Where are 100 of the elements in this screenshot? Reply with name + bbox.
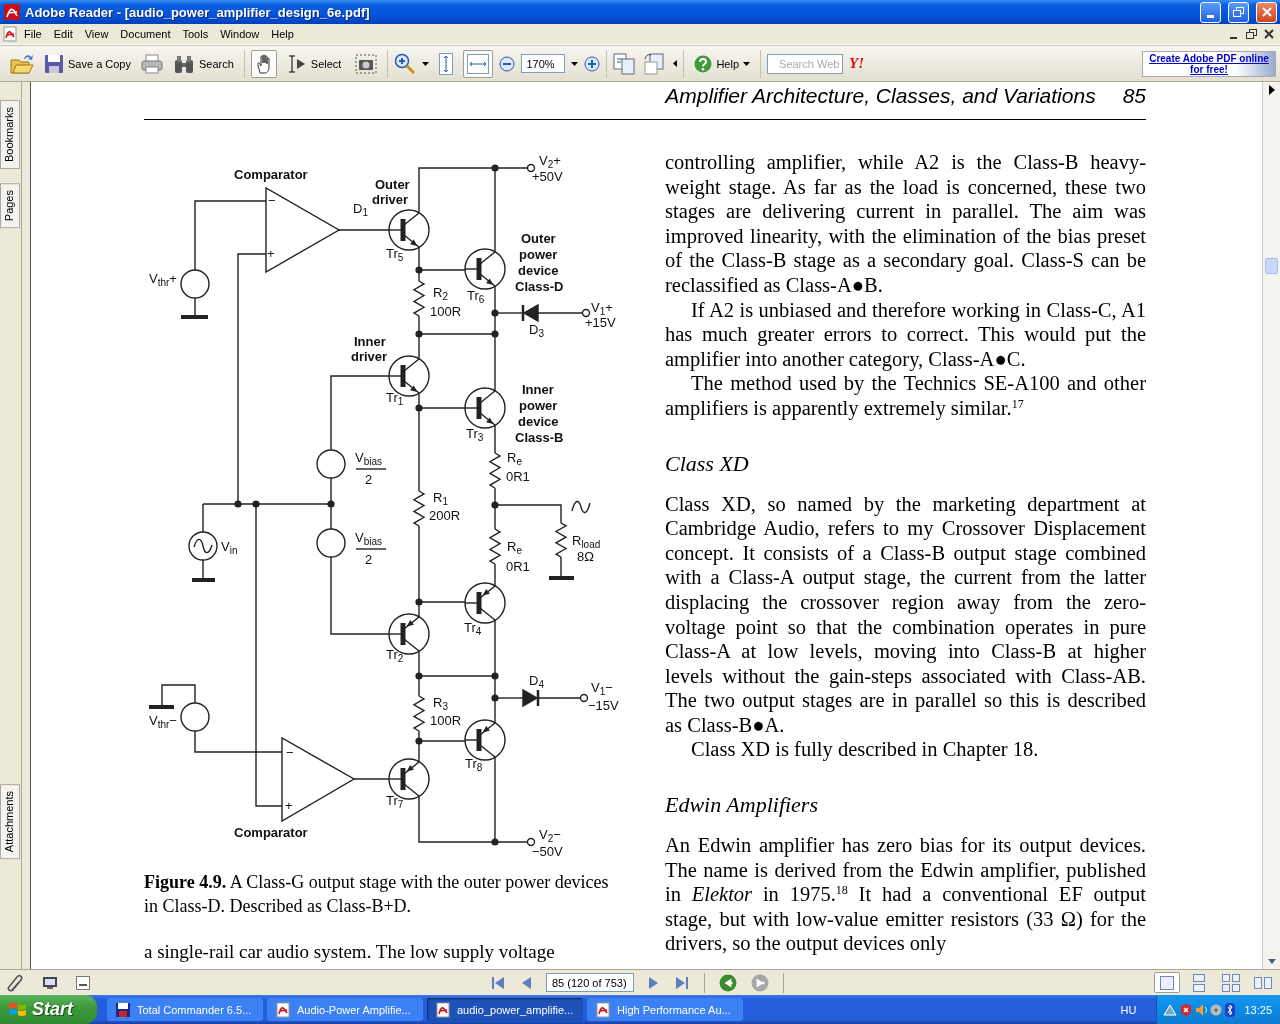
pages-icon[interactable] bbox=[613, 52, 638, 75]
text-cursor-icon bbox=[286, 53, 307, 74]
close-icon[interactable] bbox=[1264, 29, 1274, 39]
zoom-in-magnifier-icon[interactable] bbox=[394, 52, 417, 75]
zoom-field[interactable]: 170% bbox=[521, 54, 566, 73]
help-button[interactable]: Help bbox=[690, 49, 755, 78]
scroll-thumb[interactable] bbox=[1265, 258, 1278, 274]
diagram-label: Inner bbox=[522, 382, 554, 397]
scroll-down-icon[interactable] bbox=[1267, 958, 1276, 964]
search-button[interactable]: Search bbox=[169, 49, 238, 78]
paperclip-icon[interactable] bbox=[6, 972, 24, 993]
continuous-page-icon bbox=[1191, 973, 1207, 992]
diagram-label: − bbox=[268, 193, 276, 208]
diagram-label: Tr$_{1}$ bbox=[386, 390, 404, 405]
taskbar-button[interactable]: Total Commander 6.5... bbox=[107, 998, 263, 1021]
start-button[interactable]: Start bbox=[0, 995, 97, 1024]
single-view-button[interactable] bbox=[1154, 972, 1180, 993]
expand-arrow-icon[interactable] bbox=[1268, 85, 1275, 95]
taskbar-button[interactable]: High Performance Au... bbox=[587, 998, 743, 1021]
caret-icon bbox=[743, 61, 751, 66]
menu-item[interactable]: Document bbox=[114, 26, 177, 42]
menu-item[interactable]: Tools bbox=[176, 26, 215, 42]
body-paragraph: Class XD is fully described in Chapter 18. bbox=[690, 737, 1040, 763]
network-icon[interactable] bbox=[1163, 1002, 1178, 1017]
close-button[interactable] bbox=[1256, 1, 1277, 23]
previous-page-icon[interactable] bbox=[520, 974, 532, 991]
diagram-label: power bbox=[519, 247, 558, 262]
menu-item[interactable]: Help bbox=[265, 26, 300, 42]
diagram-label: D$_{1}$ bbox=[353, 201, 368, 216]
fit-width-button[interactable] bbox=[463, 49, 494, 78]
restore-button[interactable] bbox=[1228, 1, 1249, 23]
promo-link[interactable]: Create Adobe PDF online for free! bbox=[1142, 50, 1276, 77]
running-header: Amplifier Architecture, Classes, and Variations bbox=[665, 84, 1096, 108]
clock: 13:25 bbox=[1244, 1003, 1272, 1016]
panel-tab[interactable]: Bookmarks bbox=[0, 100, 20, 170]
minimize-icon bbox=[1207, 14, 1214, 18]
diagram-label: Tr$_{4}$ bbox=[464, 620, 482, 635]
page-number-field[interactable]: 85 (120 of 753) bbox=[546, 973, 634, 992]
single-page-icon bbox=[1159, 974, 1175, 991]
panel-tab[interactable]: Pages bbox=[0, 183, 20, 229]
diagram-label: V$_{thr}$− bbox=[149, 713, 177, 728]
section-heading: Edwin Amplifiers bbox=[665, 792, 819, 819]
first-page-icon[interactable] bbox=[490, 974, 506, 991]
diagram-label: Tr$_{7}$ bbox=[386, 793, 404, 808]
printer-icon[interactable] bbox=[141, 53, 163, 74]
web-search-field[interactable]: Search Web bbox=[767, 53, 844, 74]
caret-icon[interactable] bbox=[571, 61, 579, 66]
zoom-out-icon[interactable] bbox=[499, 55, 516, 72]
taskbar-button[interactable]: Audio-Power Amplifie... bbox=[267, 998, 423, 1021]
body-paragraph: The method used by the Technics SE-A100 and other amplifiers is apparently extremely similar.$^{17}$ bbox=[665, 371, 1146, 421]
open-folder-icon[interactable] bbox=[10, 52, 34, 75]
panel-tab[interactable]: Attachments bbox=[0, 783, 20, 859]
diagram-label: R$_{e}$ bbox=[507, 539, 522, 554]
language-indicator[interactable]: HU bbox=[1120, 1003, 1137, 1016]
diagram-label: V$_{thr}$+ bbox=[149, 271, 177, 286]
select-tool-button[interactable]: Select bbox=[282, 49, 346, 78]
restore-icon bbox=[1233, 6, 1244, 18]
next-page-icon[interactable] bbox=[648, 974, 660, 991]
diagram-label: +50V bbox=[532, 169, 563, 184]
body-paragraph: controlling amplifier, while A2 is the Class-B heavy-weight stage. As far as the load is concerned, these two stages are delivering current in parallel. The aim was improved linearity, with the elimination of the bias preset of the Class-B stage as a secondary goal. Class-S can be reclassified as Class-A●B. bbox=[665, 150, 1146, 298]
menu-item[interactable]: File bbox=[18, 26, 48, 42]
pdf-file-icon bbox=[435, 1001, 451, 1018]
menu-item[interactable]: View bbox=[78, 26, 115, 42]
last-page-icon[interactable] bbox=[674, 974, 690, 991]
windows-flag-icon bbox=[8, 1000, 28, 1019]
taskbar-button[interactable]: audio_power_amplifie... bbox=[427, 998, 583, 1021]
minimize-icon[interactable] bbox=[1229, 37, 1237, 39]
diagram-label: driver bbox=[351, 349, 388, 364]
body-paragraph: a single-rail car audio system. The low supply voltage bbox=[144, 940, 556, 964]
pdf-file-icon bbox=[595, 1001, 611, 1018]
diagram-label: + bbox=[285, 798, 293, 813]
zoom-in-icon[interactable] bbox=[584, 55, 601, 72]
facing-pages-icon bbox=[1222, 973, 1240, 992]
hand-icon bbox=[254, 53, 273, 74]
save-copy-button[interactable]: Save a Copy bbox=[40, 49, 135, 78]
restore-icon[interactable] bbox=[1245, 28, 1257, 40]
hand-tool-button[interactable] bbox=[250, 49, 277, 78]
figure-caption: Figure 4.9. A Class-G output stage with the outer power devices in Class-D. Described as Class-B+D. bbox=[144, 871, 610, 918]
diagram-label: 0R1 bbox=[506, 469, 530, 484]
diagram-label: device bbox=[518, 414, 559, 429]
minimize-button[interactable] bbox=[1200, 1, 1221, 23]
shield-icon[interactable] bbox=[1180, 1002, 1193, 1017]
diagram-label: +15V bbox=[585, 315, 616, 330]
bluetooth-icon[interactable] bbox=[1225, 1002, 1236, 1017]
diagram-label: R$_{3}$ bbox=[433, 695, 448, 710]
diagram-label: Comparator bbox=[234, 825, 308, 840]
caret-icon[interactable] bbox=[422, 61, 430, 66]
diagram-label: V$_{2}$− bbox=[539, 827, 561, 842]
diagram-label: Class-B bbox=[515, 430, 564, 445]
diagram-label: 0R1 bbox=[506, 559, 530, 574]
monitor-icon[interactable] bbox=[42, 975, 58, 990]
diagram-label: R$_{e}$ bbox=[507, 450, 522, 465]
diagram-label: − bbox=[286, 745, 294, 760]
diagram-label: V$_{bias}$ bbox=[355, 450, 383, 465]
menu-item[interactable]: Edit bbox=[47, 26, 79, 42]
web-logo[interactable]: Y! bbox=[849, 55, 865, 72]
caret-left-icon[interactable] bbox=[673, 60, 678, 67]
window-icon[interactable] bbox=[76, 975, 90, 990]
menu-item[interactable]: Window bbox=[214, 26, 266, 42]
body-paragraph: If A2 is unbiased and therefore working in Class-C, A1 has much greater errors to correct. This would put the amplifier into another category, Class-A●C. bbox=[665, 297, 1146, 372]
